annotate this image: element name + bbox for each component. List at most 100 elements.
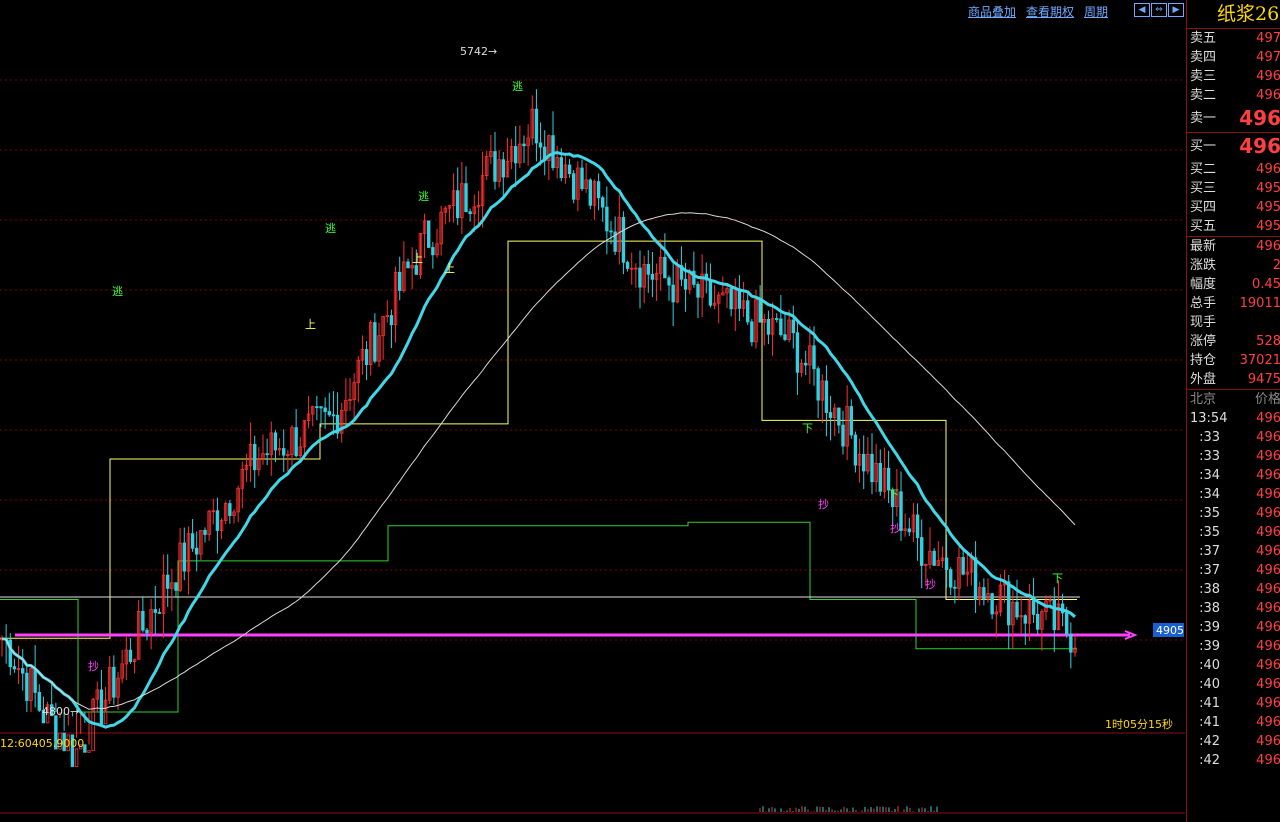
candle-body [1007,581,1011,626]
candle-body [87,750,91,753]
price-chart[interactable]: 逃逃逃逃上上上抄抄抄抄下下下 5742→ 4800→ 4905 1时05分15秒… [0,0,1185,822]
stat-row-label: 外盘 [1190,372,1217,387]
candle-body [331,414,336,417]
stat-row-label: 持仓 [1190,353,1217,368]
candle-body [588,179,592,206]
buy-level-label: 买二 [1190,162,1217,177]
tick-row-value: 496 [1256,563,1280,578]
sell-level: 卖二 496 [1187,86,1280,105]
period-link[interactable]: 周期 [1084,3,1108,20]
candle-body [501,159,505,178]
candle-body [166,574,170,589]
candle-body [650,273,655,280]
candle-body [791,319,795,334]
stat-row-value: 9475 [1247,372,1280,387]
tick-row-value: 496 [1256,449,1280,464]
candle-body [364,349,369,365]
restore-icon[interactable]: ⇔ [1151,3,1167,17]
candle-body [961,557,965,575]
candle-body [128,649,133,662]
tick-row-value: 496 [1256,487,1280,502]
tick-row: :37 496 [1187,542,1280,561]
candle-body [601,197,605,208]
tick-row-label: :38 [1199,601,1220,616]
candle-body [596,181,601,199]
prev-icon[interactable]: ◀ [1134,3,1150,17]
tick-row-value: 496 [1256,753,1280,768]
stat-row: 涨跌 2 [1187,256,1280,275]
candle-body [398,271,402,291]
candle-body [282,448,286,456]
sell-level-value: 496 [1256,88,1280,103]
candle-body [190,533,195,549]
buy-level-value: 496 [1256,162,1280,177]
candle-body [74,748,79,767]
candle-body [327,411,331,416]
candle-body [33,668,37,693]
candle-body [828,412,833,418]
nav-buttons: ◀ ⇔ ▶ [1134,3,1184,17]
tick-header: 北京 价格 [1187,390,1280,409]
tick-row: :39 496 [1187,618,1280,637]
signal-bottom-mark: 抄 [88,659,99,673]
stat-row-label: 总手 [1190,296,1217,311]
tick-row-value: 496 [1256,411,1280,426]
tick-row: :34 496 [1187,466,1280,485]
candle-body [783,334,787,340]
tick-list: 13:54 496:33 496:33 496:34 496:34 496:35 496:3… [1187,409,1280,770]
sell-level-label: 卖一 [1190,111,1217,126]
candle-body [824,380,829,413]
stat-row-value: 528 [1256,334,1280,349]
bar-countdown: 1时05分15秒 [1105,717,1173,731]
sell-book: 卖五 497 卖四 497 卖三 496 卖二 496 卖一 496 [1187,29,1280,132]
signal-marks: 逃逃逃逃上上上抄抄抄抄下下下 [88,80,1063,673]
signal-down-mark: 下 [802,422,813,435]
candle-body [228,503,232,516]
rights-link[interactable]: 查看期权 [1026,3,1074,20]
candle-body [625,261,630,269]
buy-level-label: 买五 [1190,219,1217,234]
tick-row: :35 496 [1187,504,1280,523]
candle-body [1052,599,1056,631]
candle-body [638,267,642,288]
candle-body [816,368,820,401]
stat-row: 总手 19011 [1187,294,1280,313]
tick-row: :34 496 [1187,485,1280,504]
stat-row-value: 19011 [1239,296,1280,311]
candle-body [464,183,468,213]
candle-body [12,666,17,670]
candle-body [708,279,713,306]
buy-level-value: 496 [1239,134,1280,158]
stat-row-label: 涨跌 [1190,258,1217,273]
chart-toolbar: 商品叠加 查看期权 周期 [968,3,1108,20]
tick-row-label: :35 [1199,525,1220,540]
candle-body [605,206,609,232]
tick-price-header: 价格 [1254,392,1280,407]
tick-row-value: 496 [1256,620,1280,635]
candle-body [99,689,104,725]
candle-body [841,424,845,447]
tick-row-label: :41 [1199,696,1220,711]
tick-row-value: 496 [1256,715,1280,730]
candle-body [683,278,688,290]
candle-body [373,322,377,362]
tick-row-label: :40 [1199,658,1220,673]
tick-row-value: 496 [1256,696,1280,711]
sell-level-value: 497 [1256,50,1280,65]
next-icon[interactable]: ▶ [1168,3,1184,17]
candle-body [534,108,539,144]
sell-level-label: 卖五 [1190,31,1217,46]
tick-row: 13:54 496 [1187,409,1280,428]
candle-body [203,529,207,535]
tick-row: :39 496 [1187,637,1280,656]
buy-level: 买三 495 [1187,179,1280,198]
candle-body [932,550,936,566]
candle-body [795,332,800,373]
tick-row: :35 496 [1187,523,1280,542]
tick-row-value: 496 [1256,525,1280,540]
candle-body [551,135,555,169]
tick-row-label: :34 [1199,468,1220,483]
overlay-link[interactable]: 商品叠加 [968,3,1016,20]
sell-level: 卖三 496 [1187,67,1280,86]
candle-body [837,407,841,426]
